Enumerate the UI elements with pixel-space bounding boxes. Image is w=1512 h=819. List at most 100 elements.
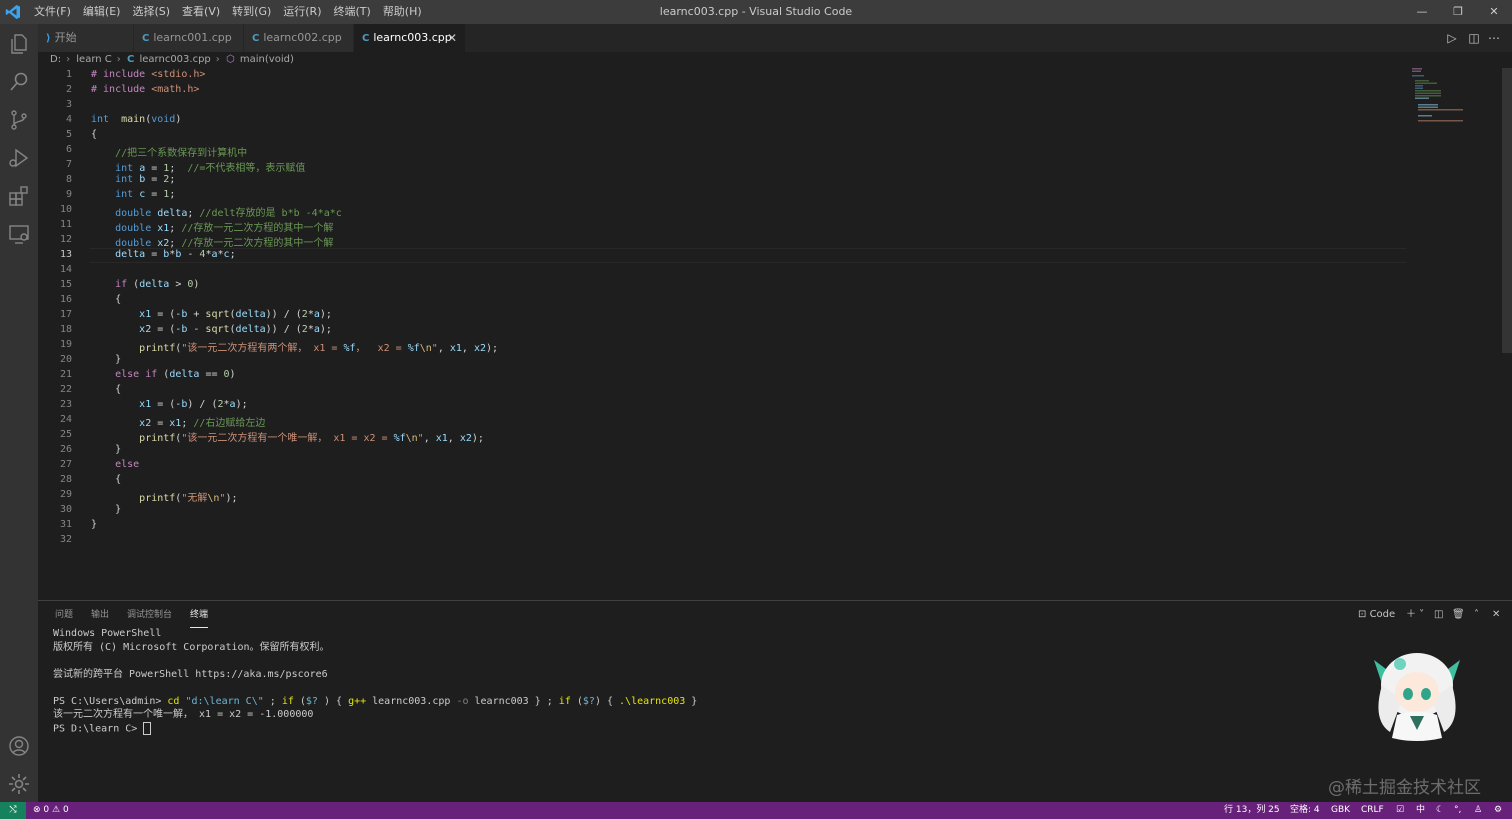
- code-line[interactable]: # include <math.h>: [91, 84, 199, 95]
- account-icon[interactable]: [7, 734, 31, 758]
- breadcrumb-symbol[interactable]: main(void): [240, 54, 294, 65]
- eol-status[interactable]: CRLF: [1361, 802, 1384, 819]
- code-line[interactable]: {: [91, 474, 121, 485]
- code-token: = (-: [151, 309, 182, 320]
- breadcrumb-drive[interactable]: D:: [50, 54, 61, 65]
- code-line[interactable]: printf("该一元二次方程有两个解， x1 = %f， x2 = %f\n"…: [91, 339, 498, 354]
- panel-tab-problems[interactable]: 问题: [55, 607, 73, 627]
- code-line[interactable]: x2 = (-b - sqrt(delta)) / (2*a);: [91, 324, 332, 335]
- code-line[interactable]: int a = 1; //=不代表相等，表示赋值: [91, 159, 305, 174]
- remote-explorer-icon[interactable]: [7, 222, 31, 246]
- checkbox-tray-icon[interactable]: ☑: [1396, 802, 1404, 819]
- code-line[interactable]: x1 = (-b) / (2*a);: [91, 399, 247, 410]
- code-token: );: [225, 493, 238, 504]
- code-line[interactable]: x2 = x1; //右边赋给左边: [91, 414, 265, 429]
- code-token: sqrt: [205, 324, 230, 335]
- split-terminal-icon[interactable]: ◫: [1434, 607, 1443, 623]
- moon-tray-icon[interactable]: ☾: [1436, 802, 1444, 819]
- breadcrumb-folder[interactable]: learn C: [76, 54, 112, 65]
- code-line[interactable]: x1 = (-b + sqrt(delta)) / (2*a);: [91, 309, 332, 320]
- code-token: {: [91, 294, 122, 305]
- restore-button[interactable]: ❐: [1440, 0, 1476, 24]
- code-line[interactable]: else if (delta == 0): [91, 369, 235, 380]
- menu-file[interactable]: 文件(F): [28, 0, 77, 24]
- code-editor[interactable]: 1 2 3 4 5 6 7 8 9 10 11 12 13 14 15 16 17 18 19 20 21 22 23 24 2…: [38, 68, 1408, 600]
- minimize-button[interactable]: —: [1404, 0, 1440, 24]
- tab-learnc003[interactable]: Clearnc003.cpp ✕: [354, 24, 466, 52]
- files-icon[interactable]: [7, 32, 31, 56]
- tab-learnc001[interactable]: Clearnc001.cpp: [134, 24, 244, 52]
- code-line[interactable]: {: [91, 384, 121, 395]
- panel-tab-terminal[interactable]: 终端: [190, 607, 209, 628]
- code-line[interactable]: }: [91, 444, 121, 455]
- menu-run[interactable]: 运行(R): [277, 0, 327, 24]
- terminal-output[interactable]: Windows PowerShell 版权所有 (C) Microsoft Cor…: [53, 627, 697, 735]
- code-line[interactable]: double x2; //存放一元二次方程的其中一个解: [91, 234, 333, 249]
- code-line[interactable]: //把三个系数保存到计算机中: [91, 144, 247, 159]
- code-token: }: [91, 444, 122, 455]
- chevron-right-icon: ›: [116, 54, 121, 65]
- code-line[interactable]: if (delta > 0): [91, 279, 199, 290]
- kill-terminal-icon[interactable]: 🗑: [1452, 607, 1465, 623]
- panel-tab-output[interactable]: 输出: [91, 607, 109, 627]
- run-debug-icon[interactable]: [7, 146, 31, 170]
- code-token: if: [115, 279, 128, 290]
- editor-scrollbar[interactable]: [1501, 68, 1512, 600]
- cursor-position[interactable]: 行 13，列 25: [1224, 802, 1280, 819]
- encoding-status[interactable]: GBK: [1331, 802, 1350, 819]
- settings-tray-icon[interactable]: ⚙: [1494, 802, 1502, 819]
- extensions-icon[interactable]: [7, 184, 31, 208]
- menu-view[interactable]: 查看(V): [176, 0, 226, 24]
- code-token: delta: [115, 249, 146, 260]
- maximize-panel-icon[interactable]: ˄: [1474, 607, 1479, 623]
- menu-go[interactable]: 转到(G): [226, 0, 277, 24]
- code-line[interactable]: {: [91, 294, 121, 305]
- menu-help[interactable]: 帮助(H): [377, 0, 428, 24]
- search-icon[interactable]: [7, 70, 31, 94]
- code-token: =: [145, 174, 164, 185]
- breadcrumb-file[interactable]: learnc003.cpp: [139, 54, 210, 65]
- source-control-icon[interactable]: [7, 108, 31, 132]
- symbol-tray-icon[interactable]: °,: [1454, 802, 1461, 819]
- code-token: ;: [169, 163, 188, 174]
- more-actions-icon[interactable]: ⋯: [1486, 30, 1502, 46]
- user-tray-icon[interactable]: ♙: [1474, 802, 1482, 819]
- terminal-line: 版权所有 (C) Microsoft Corporation。保留所有权利。: [53, 641, 697, 655]
- code-line[interactable]: printf("该一元二次方程有一个唯一解， x1 = x2 = %f\n", …: [91, 429, 484, 444]
- settings-gear-icon[interactable]: [7, 772, 31, 796]
- minimap[interactable]: [1410, 68, 1500, 128]
- close-tab-icon[interactable]: ✕: [447, 24, 457, 52]
- remote-indicator-icon[interactable]: ⤭: [0, 802, 26, 819]
- menu-terminal[interactable]: 终端(T): [328, 0, 377, 24]
- menu-edit[interactable]: 编辑(E): [77, 0, 127, 24]
- new-terminal-button[interactable]: ＋ ˅: [1406, 607, 1424, 623]
- run-file-icon[interactable]: ▷: [1444, 30, 1460, 46]
- terminal-selector[interactable]: ⊡ Code: [1358, 607, 1395, 623]
- split-editor-icon[interactable]: ◫: [1466, 30, 1482, 46]
- indentation-status[interactable]: 空格: 4: [1290, 802, 1320, 819]
- close-window-button[interactable]: ✕: [1476, 0, 1512, 24]
- code-line[interactable]: double x1; //存放一元二次方程的其中一个解: [91, 219, 333, 234]
- ime-mode[interactable]: 中: [1416, 802, 1425, 819]
- problems-status[interactable]: ⊗ 0 ⚠ 0: [33, 802, 69, 819]
- code-line[interactable]: printf("无解\n");: [91, 489, 237, 504]
- code-line[interactable]: double delta; //delt存放的是 b*b -4*a*c: [91, 204, 342, 219]
- code-line[interactable]: {: [91, 129, 97, 140]
- scrollbar-thumb[interactable]: [1502, 68, 1512, 353]
- code-line[interactable]: }: [91, 354, 121, 365]
- code-line[interactable]: else: [91, 459, 139, 470]
- tab-learnc002[interactable]: Clearnc002.cpp: [244, 24, 354, 52]
- code-line[interactable]: int c = 1;: [91, 189, 175, 200]
- code-line[interactable]: }: [91, 519, 97, 530]
- close-panel-icon[interactable]: ✕: [1492, 607, 1500, 623]
- code-line[interactable]: int main(void): [91, 114, 181, 125]
- code-line[interactable]: int b = 2;: [91, 174, 175, 185]
- tab-welcome[interactable]: ⟩ 开始: [38, 24, 134, 52]
- code-line[interactable]: delta = b*b - 4*a*c;: [91, 249, 236, 260]
- menu-selection[interactable]: 选择(S): [126, 0, 176, 24]
- code-line[interactable]: }: [91, 504, 121, 515]
- panel-tab-debug-console[interactable]: 调试控制台: [127, 607, 172, 627]
- code-line[interactable]: # include <stdio.h>: [91, 69, 205, 80]
